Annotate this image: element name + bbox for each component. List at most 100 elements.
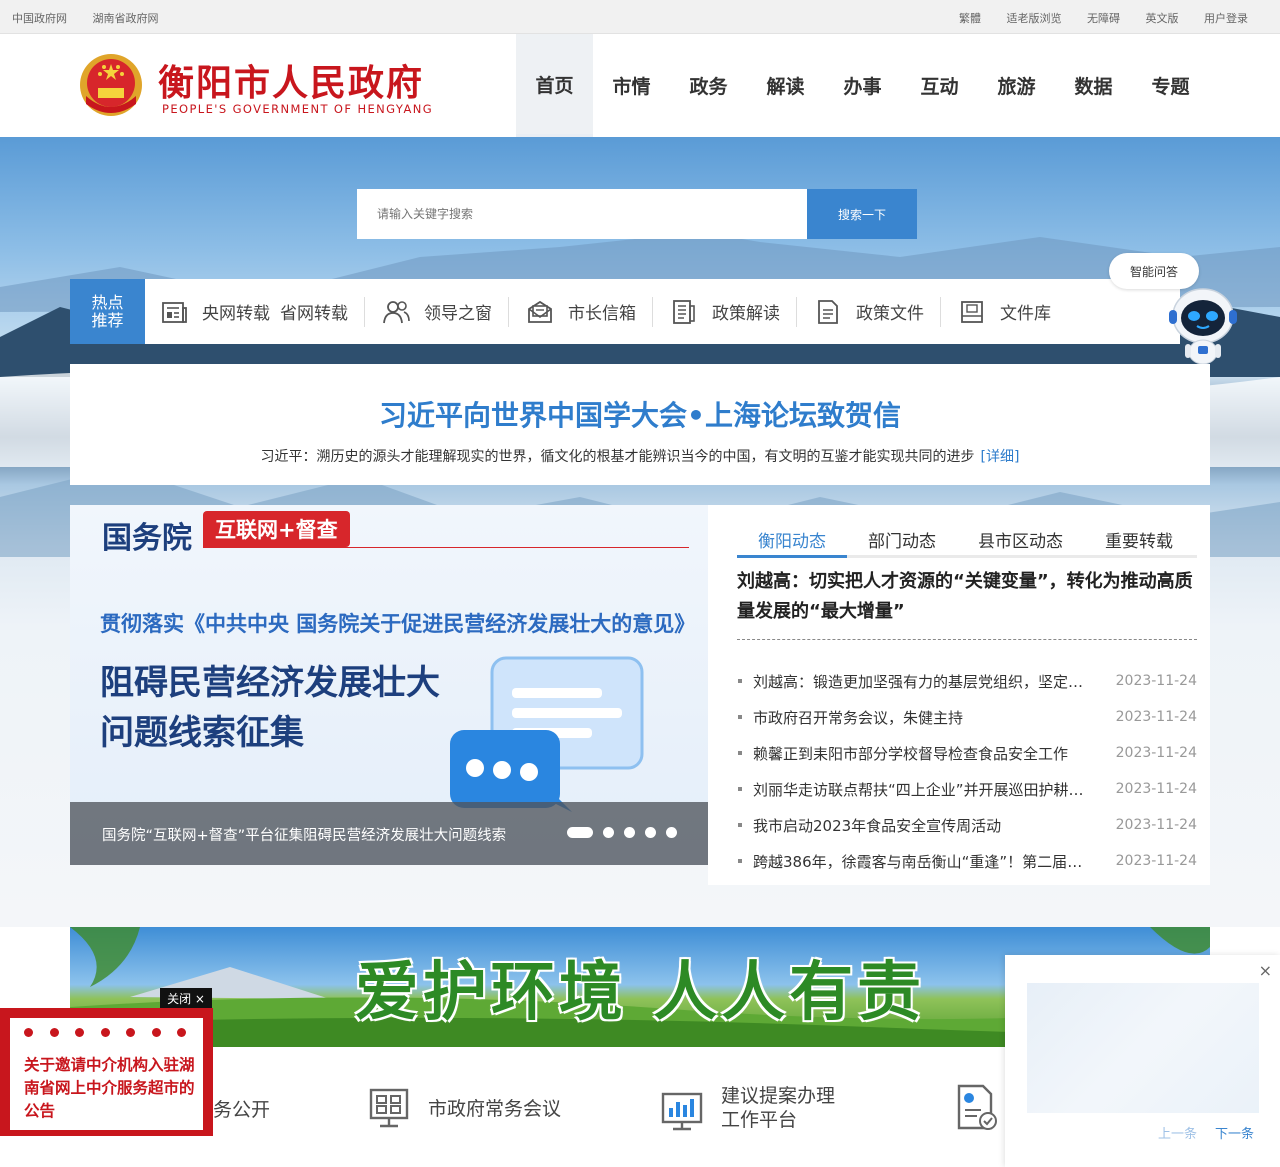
next-button[interactable]: 下一条	[1215, 1123, 1254, 1142]
link-traditional[interactable]: 繁體	[959, 12, 981, 25]
file-icon	[818, 299, 838, 324]
link-accessibility[interactable]: 无障碍	[1087, 12, 1120, 25]
main-nav: 首页 市情 政务 解读 办事 互动 旅游 数据 专题	[516, 34, 1209, 137]
archive-icon	[961, 300, 983, 323]
hot-item-provincial-reprint[interactable]: 省网转载	[280, 299, 348, 324]
quick-link-proposals[interactable]: 建议提案办理 工作平台	[661, 1084, 835, 1134]
list-item[interactable]: 刘丽华走访联点帮扶“四上企业”并开展巡田护耕工作 2023-11-24	[737, 771, 1197, 807]
carousel-title: 国务院	[102, 521, 192, 556]
announcement-text[interactable]: 关于邀请中介机构入驻湖南省网上中介服务超市的公告	[24, 1054, 196, 1123]
carousel-heading-line1: 阻碍民营经济发展壮大	[100, 663, 440, 703]
headline-title[interactable]: 习近平向世界中国学大会•上海论坛致贺信	[70, 394, 1210, 434]
quick-link-proposals-label: 建议提案办理	[721, 1085, 836, 1107]
headline-detail-link[interactable]: [详细]	[981, 449, 1020, 465]
hot-item-leaders[interactable]: 领导之窗	[382, 298, 508, 326]
hot-label: 热点 推荐	[70, 279, 145, 344]
nav-interpretation[interactable]: 解读	[747, 34, 824, 137]
hot-item-policy-files[interactable]: 政策文件	[814, 298, 940, 326]
nav-services[interactable]: 办事	[824, 34, 901, 137]
news-title[interactable]: 赖馨正到耒阳市部分学校督导检查食品安全工作	[753, 743, 1093, 764]
carousel-dot-4[interactable]	[645, 827, 656, 838]
top-left-links: 中国政府网 湖南省政府网	[12, 10, 181, 26]
carousel-dot-5[interactable]	[666, 827, 677, 838]
carousel-caption-bar: 国务院“互联网+督查”平台征集阻碍民营经济发展壮大问题线索	[70, 802, 708, 865]
carousel-tag: 互联网+督查	[203, 511, 350, 547]
bullet-icon	[738, 823, 742, 827]
hot-item-mayor-mailbox[interactable]: 市长信箱	[526, 298, 652, 326]
hot-item-reprint: 央网转载 省网转载	[160, 298, 364, 326]
carousel-dots	[567, 827, 687, 838]
hot-item-policy-interpretation[interactable]: 政策解读	[670, 298, 796, 326]
link-english[interactable]: 英文版	[1146, 12, 1179, 25]
tab-department-news[interactable]: 部门动态	[847, 523, 957, 558]
news-date: 2023-11-24	[1115, 817, 1197, 833]
tab-county-news[interactable]: 县市区动态	[957, 523, 1084, 558]
nav-tourism[interactable]: 旅游	[978, 34, 1055, 137]
close-icon[interactable]: ×	[1259, 961, 1272, 980]
news-title[interactable]: 刘丽华走访联点帮扶“四上企业”并开展巡田护耕工作	[753, 779, 1093, 800]
top-story[interactable]: 刘越高：切实把人才资源的“关键变量”，转化为推动高质量发展的“最大增量”	[737, 567, 1197, 640]
hot-label-line1: 热点	[91, 292, 124, 312]
hot-item-central-reprint[interactable]: 央网转载	[202, 299, 270, 324]
carousel-caption[interactable]: 国务院“互联网+督查”平台征集阻碍民营经济发展壮大问题线索	[102, 824, 560, 845]
popup-dots	[24, 1028, 203, 1037]
news-title[interactable]: 刘越高：锻造更加坚强有力的基层党组织，坚定不移推动高质量发展	[753, 671, 1093, 692]
link-central-gov[interactable]: 中国政府网	[12, 12, 67, 25]
tab-hengyang-news[interactable]: 衡阳动态	[737, 523, 847, 558]
list-item[interactable]: 刘越高：锻造更加坚强有力的基层党组织，坚定不移推动高质量发展 2023-11-24	[737, 663, 1197, 699]
nav-interaction[interactable]: 互动	[901, 34, 978, 137]
nav-topics[interactable]: 专题	[1132, 34, 1209, 137]
nav-home[interactable]: 首页	[516, 34, 593, 137]
carousel-dot-2[interactable]	[603, 827, 614, 838]
popup-close-button[interactable]: 关闭 ×	[160, 988, 212, 1008]
hot-item-policy-interpretation-label: 政策解读	[712, 304, 780, 324]
news-title[interactable]: 我市启动2023年食品安全宣传周活动	[753, 815, 1093, 836]
people-icon	[383, 300, 410, 323]
quick-link-exec-meeting[interactable]: 市政府常务会议	[368, 1084, 561, 1130]
monitor-chart-icon	[661, 1092, 703, 1131]
hot-item-file-library[interactable]: 文件库	[958, 298, 1067, 326]
tab-important-reprints[interactable]: 重要转载	[1084, 523, 1194, 558]
news-title[interactable]: 市政府召开常务会议，朱健主持	[753, 707, 1093, 728]
document-icon	[673, 299, 695, 324]
list-item[interactable]: 市政府召开常务会议，朱健主持 2023-11-24	[737, 699, 1197, 735]
bullet-icon	[738, 679, 742, 683]
link-user-login[interactable]: 用户登录	[1204, 12, 1248, 25]
hot-label-line2: 推荐	[91, 310, 124, 330]
site-subtitle: PEOPLE'S GOVERNMENT OF HENGYANG	[162, 102, 434, 116]
national-emblem-icon[interactable]	[78, 52, 144, 118]
robot-assistant-icon[interactable]	[1165, 282, 1241, 366]
headline-box: 习近平向世界中国学大会•上海论坛致贺信 习近平：溯历史的源头才能理解现实的世界，…	[70, 364, 1210, 485]
carousel-dot-1[interactable]	[567, 827, 593, 838]
nav-data[interactable]: 数据	[1055, 34, 1132, 137]
bullet-icon	[738, 751, 742, 755]
search-button[interactable]: 搜索一下	[807, 189, 917, 239]
site-title[interactable]: 衡阳市人民政府	[158, 54, 424, 106]
hot-recommend-bar: 热点 推荐 央网转载 省网转载 领导之窗 市长信箱 政策解读 政策文件 文件库	[70, 279, 1180, 344]
link-elderly-mode[interactable]: 适老版浏览	[1007, 12, 1062, 25]
news-tabs: 衡阳动态 部门动态 县市区动态 重要转载	[737, 523, 1197, 558]
list-item[interactable]: 跨越386年，徐霞客与南岳衡山“重逢”！第二届徐霞客旅游节 2023-11-24	[737, 843, 1197, 879]
quick-link-proposals-label2: 工作平台	[721, 1109, 798, 1131]
search-input[interactable]	[357, 189, 807, 239]
list-item[interactable]: 赖馨正到耒阳市部分学校督导检查食品安全工作 2023-11-24	[737, 735, 1197, 771]
carousel-dot-3[interactable]	[624, 827, 635, 838]
quick-link-gov-disclosure[interactable]: 务公开	[213, 1095, 270, 1122]
prev-button[interactable]: 上一条	[1158, 1123, 1197, 1142]
popup-image[interactable]	[1027, 983, 1259, 1113]
divider	[508, 296, 509, 327]
nav-government-affairs[interactable]: 政务	[670, 34, 747, 137]
top-bar: 中国政府网 湖南省政府网 繁體 适老版浏览 无障碍 英文版 用户登录	[0, 0, 1280, 34]
nav-city-info[interactable]: 市情	[593, 34, 670, 137]
bullet-icon	[738, 859, 742, 863]
news-carousel[interactable]: 国务院 互联网+督查 贯彻落实《中共中央 国务院关于促进民营经济发展壮大的意见》…	[70, 505, 708, 865]
news-title[interactable]: 跨越386年，徐霞客与南岳衡山“重逢”！第二届徐霞客旅游节	[753, 851, 1093, 872]
announcement-popup[interactable]: 关于邀请中介机构入驻湖南省网上中介服务超市的公告	[0, 1008, 213, 1136]
top-right-links: 繁體 适老版浏览 无障碍 英文版 用户登录	[937, 10, 1248, 26]
news-list: 刘越高：锻造更加坚强有力的基层党组织，坚定不移推动高质量发展 2023-11-24…	[737, 663, 1197, 879]
link-hunan-gov[interactable]: 湖南省政府网	[93, 12, 159, 25]
quick-link-gov-disclosure-label: 务公开	[213, 1099, 271, 1121]
headline-summary-text: 习近平：溯历史的源头才能理解现实的世界，循文化的根基才能辨识当今的中国，有文明的…	[260, 449, 975, 465]
bullet-icon	[738, 715, 742, 719]
list-item[interactable]: 我市启动2023年食品安全宣传周活动 2023-11-24	[737, 807, 1197, 843]
